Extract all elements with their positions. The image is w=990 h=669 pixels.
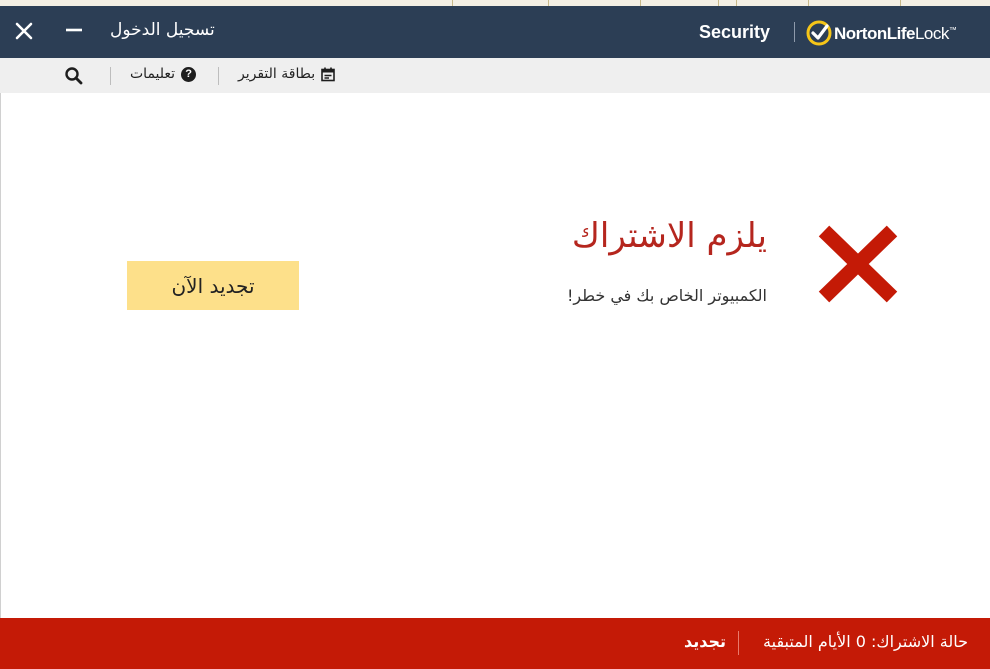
close-icon bbox=[15, 22, 33, 40]
subscription-status-label: حالة الاشتراك: bbox=[871, 632, 968, 651]
window-border bbox=[0, 93, 1, 618]
brand-trademark: ™ bbox=[948, 25, 957, 35]
toolbar-divider bbox=[218, 67, 219, 85]
help-label: تعليمات bbox=[130, 66, 176, 82]
renew-now-button[interactable]: تجديد الآن bbox=[127, 261, 299, 310]
renew-link[interactable]: تجديد bbox=[684, 632, 726, 651]
status-divider bbox=[738, 631, 739, 655]
toolbar: ? تعليمات بطاقة التقرير bbox=[0, 58, 990, 93]
sign-in-link[interactable]: تسجيل الدخول bbox=[110, 20, 215, 40]
brand-name: NortonLifeLock™ bbox=[834, 24, 957, 44]
report-card-menu[interactable]: بطاقة التقرير bbox=[238, 66, 335, 82]
brand-name-bold: NortonLife bbox=[834, 24, 915, 43]
alert-message: الكمبيوتر الخاص بك في خطر! bbox=[567, 286, 767, 305]
toolbar-divider bbox=[110, 67, 111, 85]
days-remaining-text: الأيام المتبقية bbox=[763, 632, 851, 651]
close-button[interactable] bbox=[12, 19, 36, 43]
status-bar: حالة الاشتراك: 0 الأيام المتبقية تجديد bbox=[0, 618, 990, 669]
main-panel: يلزم الاشتراك الكمبيوتر الخاص بك في خطر!… bbox=[0, 93, 990, 618]
norton-checkmark-logo-icon bbox=[806, 20, 832, 46]
title-bar: تسجيل الدخول Security NortonLifeLock™ bbox=[0, 6, 990, 58]
brand-divider bbox=[794, 22, 795, 42]
help-icon: ? bbox=[181, 66, 197, 82]
help-menu[interactable]: ? تعليمات bbox=[130, 66, 197, 82]
x-mark-icon bbox=[818, 225, 898, 303]
alert-headline: يلزم الاشتراك bbox=[571, 216, 767, 256]
search-icon bbox=[65, 67, 83, 85]
report-card-label: بطاقة التقرير bbox=[238, 66, 316, 82]
brand-name-light: Lock bbox=[914, 24, 949, 43]
search-button[interactable] bbox=[64, 66, 84, 86]
subscription-status: حالة الاشتراك: 0 الأيام المتبقية bbox=[763, 632, 968, 651]
days-remaining-count: 0 bbox=[855, 632, 866, 651]
minimize-button[interactable] bbox=[62, 19, 86, 43]
calendar-icon bbox=[321, 67, 335, 81]
product-name: Security bbox=[699, 22, 771, 42]
minimize-icon bbox=[66, 28, 82, 32]
